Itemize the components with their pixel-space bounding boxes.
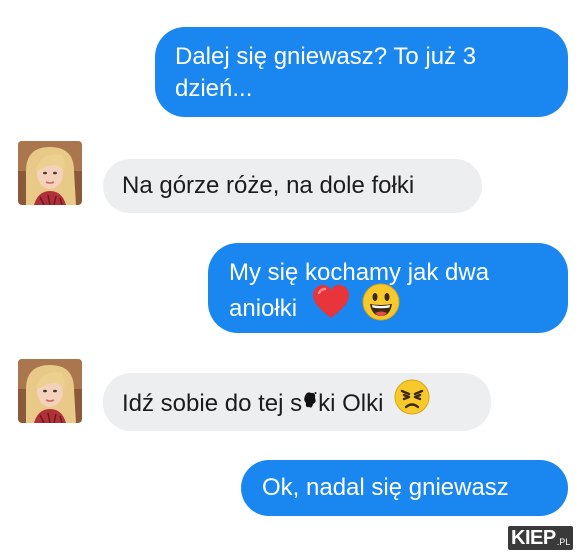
outgoing-message-bubble: My się kochamy jak dwa aniołki <box>208 243 568 333</box>
message-text: Idź sobie do tej s <box>122 389 303 417</box>
message-text-line: aniołki <box>229 283 547 330</box>
kiep-watermark-logo: KIEP .PL <box>508 526 574 550</box>
incoming-message-bubble: Idź sobie do tej s ki Olki <box>103 373 491 431</box>
outgoing-message-bubble: Dalej się gniewasz? To już 3 dzień... <box>155 27 568 117</box>
ink-blot-icon <box>303 387 317 419</box>
watermark-main-text: KIEP <box>511 527 556 549</box>
message-text: ki Olki <box>318 389 384 417</box>
angry-face-icon <box>394 379 430 424</box>
contact-avatar[interactable] <box>18 359 82 423</box>
contact-avatar[interactable] <box>18 141 82 205</box>
outgoing-message-bubble: Ok, nadal się gniewasz <box>241 460 568 516</box>
grinning-face-icon <box>362 283 400 330</box>
incoming-message-bubble: Na górze róże, na dole fołki <box>103 159 482 213</box>
message-text: aniołki <box>229 294 298 322</box>
message-text: Na górze róże, na dole fołki <box>122 172 415 199</box>
message-text-line: dzień... <box>175 75 253 102</box>
message-text-line: Dalej się gniewasz? To już 3 <box>175 43 477 70</box>
watermark-suffix-text: .PL <box>556 537 571 547</box>
red-heart-icon <box>312 285 350 328</box>
message-text: Ok, nadal się gniewasz <box>262 474 509 501</box>
